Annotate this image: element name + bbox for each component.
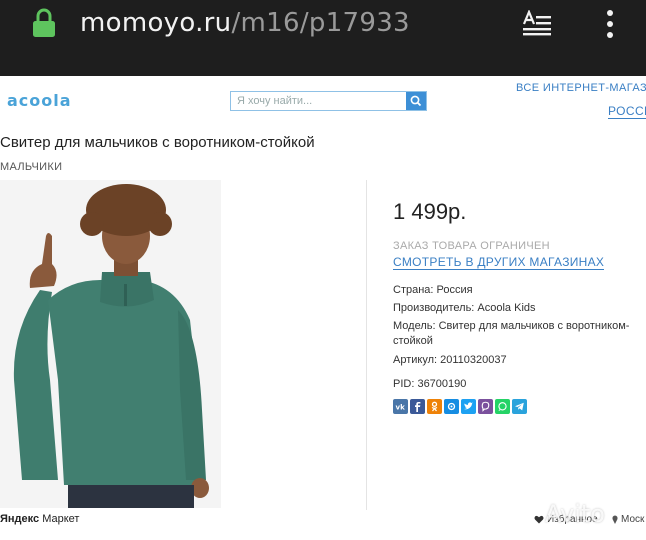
product-image[interactable] <box>0 180 221 508</box>
favorites-label: Избранное <box>547 514 598 525</box>
spec-country: Страна: Россия <box>393 284 473 296</box>
heart-icon <box>534 515 544 524</box>
share-buttons: vk <box>393 399 527 415</box>
yandex-label: Яндекс <box>0 513 40 525</box>
product-id: PID: 36700190 <box>393 378 467 390</box>
share-facebook-button[interactable] <box>410 399 425 414</box>
share-vk-button[interactable]: vk <box>393 399 408 414</box>
spec-article: Артикул: 20110320037 <box>393 354 507 366</box>
address-bar[interactable]: momoyo.ru/m16/p17933 <box>80 8 410 38</box>
spec-model: Модель: Свитер для мальчиков с воротнико… <box>393 320 630 347</box>
more-vertical-icon[interactable] <box>604 10 616 38</box>
share-odnoklassniki-button[interactable] <box>427 399 442 414</box>
city-selector[interactable]: Моск <box>612 514 644 525</box>
share-telegram-button[interactable] <box>512 399 527 414</box>
category-label[interactable]: МАЛЬЧИКИ <box>0 161 62 173</box>
country-selector[interactable]: РОССИ <box>608 104 646 119</box>
all-shops-link[interactable]: ВСЕ ИНТЕРНЕТ-МАГАЗИН <box>516 82 646 94</box>
svg-text:vk: vk <box>396 404 406 412</box>
twitter-icon <box>464 402 473 410</box>
search-icon <box>410 95 422 107</box>
price: 1 499р. <box>393 199 467 224</box>
yandex-market-link[interactable]: Яндекс Маркет <box>0 513 79 525</box>
odnoklassniki-icon <box>431 401 438 412</box>
favorites-link[interactable]: Избранное <box>534 514 598 525</box>
share-whatsapp-button[interactable] <box>495 399 510 414</box>
order-limited-notice: ЗАКАЗ ТОВАРА ОГРАНИЧЕН <box>393 240 550 252</box>
logo-text: acoola <box>7 92 72 108</box>
column-divider <box>366 180 367 510</box>
city-label: Моск <box>621 514 645 525</box>
other-shops-link[interactable]: СМОТРЕТЬ В ДРУГИХ МАГАЗИНАХ <box>393 255 605 270</box>
telegram-icon <box>515 402 524 411</box>
spec-manufacturer: Производитель: Acoola Kids <box>393 302 536 314</box>
share-viber-button[interactable] <box>478 399 493 414</box>
product-photo-drawing <box>0 180 221 508</box>
facebook-icon <box>415 402 421 412</box>
vk-icon: vk <box>396 404 406 412</box>
location-pin-icon <box>612 515 618 524</box>
share-twitter-button[interactable] <box>461 399 476 414</box>
moimir-icon <box>447 402 456 411</box>
whatsapp-icon <box>498 402 507 411</box>
search-button[interactable] <box>406 92 426 110</box>
page-title: Свитер для мальчиков с воротником-стойко… <box>0 134 315 151</box>
reader-mode-icon[interactable] <box>522 9 552 36</box>
search-input[interactable] <box>231 92 407 110</box>
share-moimir-button[interactable] <box>444 399 459 414</box>
market-label: Маркет <box>42 513 80 525</box>
url-host: momoyo.ru <box>80 8 232 38</box>
lock-icon <box>32 8 56 38</box>
acoola-logo[interactable]: acoola <box>6 91 88 110</box>
url-path: /m16/p17933 <box>231 8 410 38</box>
viber-icon <box>481 401 490 412</box>
browser-toolbar: momoyo.ru/m16/p17933 <box>0 0 646 76</box>
search-box[interactable] <box>230 91 427 111</box>
